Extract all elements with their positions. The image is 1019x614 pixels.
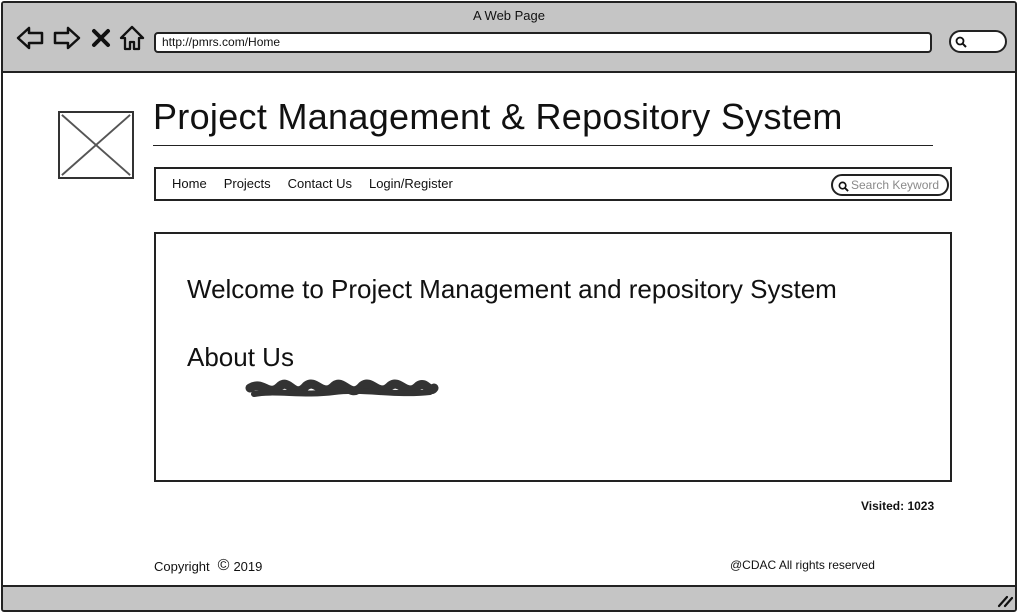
- main-content-panel: Welcome to Project Management and reposi…: [154, 232, 952, 482]
- browser-statusbar: [3, 585, 1015, 610]
- welcome-heading: Welcome to Project Management and reposi…: [187, 274, 837, 304]
- search-icon: [838, 181, 849, 192]
- url-bar[interactable]: http://pmrs.com/Home: [154, 32, 932, 53]
- about-us-heading: About Us: [187, 342, 294, 372]
- scribbled-text-placeholder: [245, 379, 439, 397]
- site-title: Project Management & Repository System: [153, 95, 933, 146]
- copyright-label: Copyright: [154, 558, 210, 574]
- nav-item-home[interactable]: Home: [172, 176, 207, 191]
- back-arrow-icon[interactable]: [15, 23, 45, 53]
- home-icon[interactable]: [117, 23, 147, 53]
- footer-copyright: Copyright © 2019: [154, 557, 262, 575]
- window-title: A Web Page: [472, 8, 546, 23]
- visit-counter: Visited: 1023: [861, 499, 935, 513]
- browser-toolbar: A Web Page http://pmrs.com/Home: [3, 3, 1015, 73]
- site-search[interactable]: [831, 174, 949, 196]
- search-icon: [955, 36, 967, 48]
- copyright-year: 2019: [233, 558, 263, 574]
- forward-arrow-icon[interactable]: [52, 23, 82, 53]
- nav-links: Home Projects Contact Us Login/Register: [172, 176, 453, 191]
- main-navbar: Home Projects Contact Us Login/Register: [154, 167, 952, 201]
- footer-rights: @CDAC All rights reserved: [730, 558, 875, 572]
- close-x-icon[interactable]: [89, 23, 113, 53]
- browser-search-field[interactable]: [949, 30, 1007, 53]
- nav-item-login-register[interactable]: Login/Register: [369, 176, 453, 191]
- site-search-input[interactable]: [851, 177, 947, 193]
- nav-item-contact-us[interactable]: Contact Us: [288, 176, 352, 191]
- nav-item-projects[interactable]: Projects: [224, 176, 271, 191]
- resize-grip-icon[interactable]: [995, 592, 1013, 608]
- browser-window: A Web Page http://pmrs.com/Home Project …: [1, 1, 1017, 612]
- image-placeholder-icon: [61, 114, 131, 176]
- logo-image-placeholder: [58, 111, 134, 179]
- copyright-icon: ©: [217, 557, 230, 574]
